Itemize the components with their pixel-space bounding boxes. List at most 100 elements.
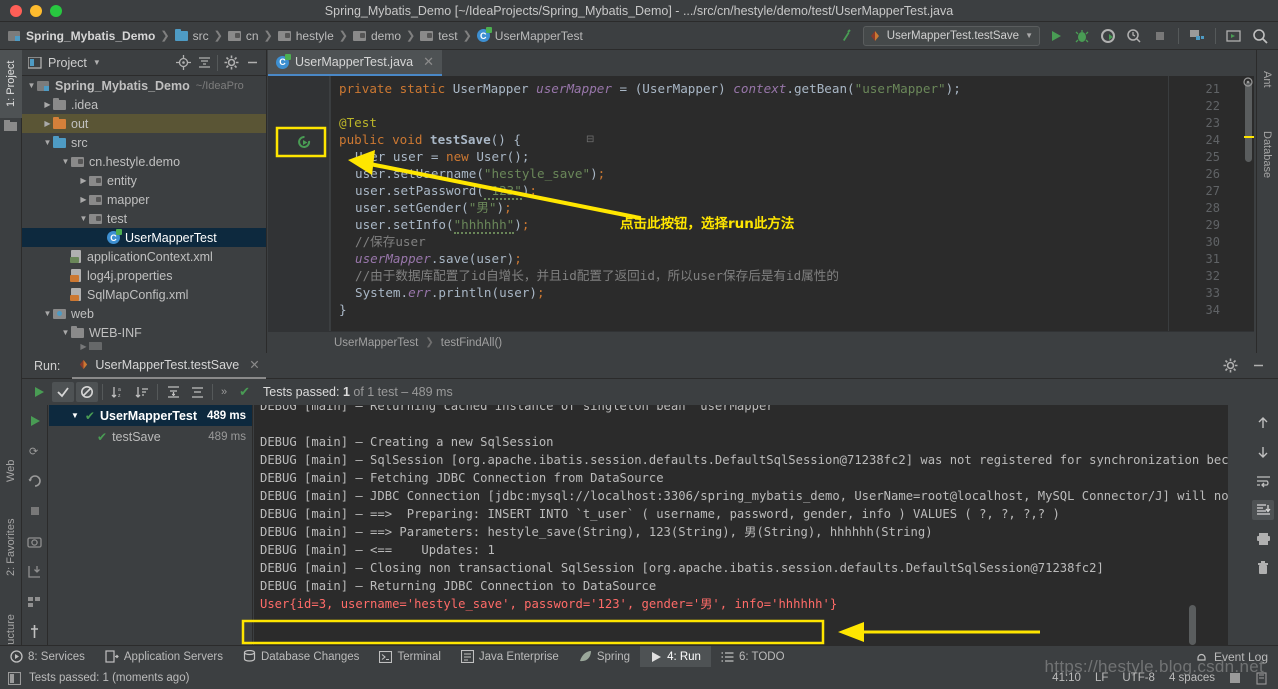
tree-row-web[interactable]: ▼ web: [22, 304, 266, 323]
chevron-down-icon[interactable]: ▼: [93, 58, 101, 67]
expand-arrow-icon[interactable]: ▼: [78, 214, 89, 223]
rerun-automatically-icon[interactable]: [24, 471, 46, 491]
pin-tab-icon[interactable]: [24, 621, 46, 641]
tree-row-project[interactable]: ▼ Spring_Mybatis_Demo ~/IdeaPro: [22, 76, 266, 95]
expand-arrow-icon[interactable]: ▼: [42, 309, 53, 318]
breadcrumb-item-src[interactable]: src: [174, 29, 209, 43]
console-output[interactable]: DEBUG [main] – Returning cached instance…: [254, 405, 1228, 646]
profile-icon[interactable]: [1124, 26, 1144, 46]
breadcrumb-item-class[interactable]: C UserMapperTest: [476, 27, 583, 43]
tree-row-sqlmapconfig-xml[interactable]: SqlMapConfig.xml: [22, 285, 266, 304]
expand-arrow-icon[interactable]: ▶: [78, 342, 89, 350]
search-everywhere-icon[interactable]: [1250, 26, 1270, 46]
toggle-toolwindows-icon[interactable]: [8, 671, 21, 685]
close-tab-icon[interactable]: ✕: [423, 54, 434, 70]
tree-row-test[interactable]: ▼ test: [22, 209, 266, 228]
breadcrumb-item-hestyle[interactable]: hestyle: [277, 29, 334, 43]
run-with-coverage-icon[interactable]: [1098, 26, 1118, 46]
expand-all-icon[interactable]: [162, 382, 184, 402]
select-opened-file-icon[interactable]: [1224, 26, 1244, 46]
test-row-method[interactable]: ✔ testSave 489 ms: [49, 426, 252, 447]
breadcrumb-item-cn[interactable]: cn: [227, 29, 259, 43]
tree-row-partial[interactable]: ▶: [22, 342, 266, 350]
sidebar-item-project[interactable]: 1: Project: [0, 50, 22, 118]
build-icon[interactable]: [837, 26, 857, 46]
tree-row-web-inf[interactable]: ▼ WEB-INF: [22, 323, 266, 342]
scroll-up-icon[interactable]: [1252, 413, 1274, 433]
gear-icon[interactable]: [1220, 356, 1240, 376]
expand-arrow-icon[interactable]: ▶: [78, 176, 89, 185]
scroll-to-end-icon[interactable]: [1252, 500, 1274, 520]
clear-all-icon[interactable]: [1252, 558, 1274, 578]
expand-arrow-icon[interactable]: ▼: [26, 81, 37, 90]
hide-ignored-tests-icon[interactable]: [76, 382, 98, 402]
bottom-item-database-changes[interactable]: Database Changes: [233, 646, 369, 668]
sort-alphabetically-icon[interactable]: az: [107, 382, 129, 402]
show-passed-tests-icon[interactable]: [52, 382, 74, 402]
bottom-item-application-servers[interactable]: Application Servers: [95, 646, 233, 668]
console-vertical-scrollbar[interactable]: [1189, 605, 1196, 645]
bottom-item-todo[interactable]: 6: TODO: [711, 646, 795, 668]
tree-row-cn-hestyle-demo[interactable]: ▼ cn.hestyle.demo: [22, 152, 266, 171]
scroll-down-icon[interactable]: [1252, 442, 1274, 462]
editor-gutter[interactable]: [268, 76, 330, 353]
expand-arrow-icon[interactable]: ▶: [42, 100, 53, 109]
run-tab-usermappertest-testsave[interactable]: UserMapperTest.testSave ✕: [72, 353, 266, 379]
debug-icon[interactable]: [1072, 26, 1092, 46]
sort-by-duration-icon[interactable]: [131, 382, 153, 402]
test-results-tree[interactable]: ▼ ✔ UserMapperTest 489 ms ✔ testSave 489…: [49, 405, 253, 646]
run-icon[interactable]: [24, 411, 46, 431]
expand-arrow-icon[interactable]: ▼: [71, 411, 79, 420]
print-icon[interactable]: [1252, 529, 1274, 549]
run-method-gutter-icon[interactable]: [298, 136, 311, 152]
project-tree[interactable]: ▼ Spring_Mybatis_Demo ~/IdeaPro ▶ .idea …: [22, 76, 266, 353]
expand-arrow-icon[interactable]: ▼: [60, 157, 71, 166]
tree-row-out[interactable]: ▶ out: [22, 114, 266, 133]
collapse-all-icon[interactable]: [194, 53, 214, 73]
tree-row-idea[interactable]: ▶ .idea: [22, 95, 266, 114]
sidebar-item-web[interactable]: Web: [0, 445, 22, 497]
tree-row-mapper[interactable]: ▶ mapper: [22, 190, 266, 209]
bottom-item-terminal[interactable]: Terminal: [369, 646, 450, 668]
bottom-item-spring[interactable]: Spring: [569, 646, 640, 668]
tree-row-log4j-properties[interactable]: log4j.properties: [22, 266, 266, 285]
tree-row-src[interactable]: ▼ src: [22, 133, 266, 152]
expand-arrow-icon[interactable]: ▶: [42, 119, 53, 128]
stop-icon[interactable]: [24, 501, 46, 521]
test-row-class[interactable]: ▼ ✔ UserMapperTest 489 ms: [49, 405, 252, 426]
tree-row-usermappertest[interactable]: C UserMapperTest: [22, 228, 266, 247]
soft-wrap-icon[interactable]: [1252, 471, 1274, 491]
hide-panel-icon[interactable]: [242, 53, 262, 73]
project-structure-icon[interactable]: [1187, 26, 1207, 46]
expand-arrow-icon[interactable]: ▼: [60, 328, 71, 337]
sidebar-item-favorites[interactable]: 2: Favorites: [0, 500, 22, 595]
editor-tab-usermappertest[interactable]: C UserMapperTest.java ✕: [268, 50, 443, 76]
bottom-item-run[interactable]: 4: Run: [640, 645, 711, 668]
breadcrumb-item-project[interactable]: Spring_Mybatis_Demo: [8, 29, 155, 43]
more-options-icon[interactable]: »: [217, 386, 231, 398]
hide-panel-icon[interactable]: [1248, 356, 1268, 376]
rerun-failed-icon[interactable]: ⟳: [24, 441, 46, 461]
collapse-all-icon[interactable]: [186, 382, 208, 402]
tree-row-entity[interactable]: ▶ entity: [22, 171, 266, 190]
inspection-status-icon[interactable]: [1243, 76, 1253, 87]
expand-arrow-icon[interactable]: ▼: [42, 138, 53, 147]
locate-icon[interactable]: [173, 53, 193, 73]
sidebar-item-ant[interactable]: Ant: [1256, 52, 1278, 106]
breadcrumb-item-demo[interactable]: demo: [352, 29, 401, 43]
close-tab-icon[interactable]: ✕: [249, 357, 259, 372]
run-configuration-selector[interactable]: UserMapperTest.testSave ▼: [862, 25, 1040, 46]
tree-row-applicationcontext-xml[interactable]: applicationContext.xml: [22, 247, 266, 266]
editor-breadcrumb-class[interactable]: UserMapperTest: [334, 337, 418, 349]
gear-icon[interactable]: [221, 53, 241, 73]
screenshot-icon[interactable]: [24, 531, 46, 551]
export-icon[interactable]: [24, 561, 46, 581]
bottom-item-services[interactable]: 8: Services: [0, 646, 95, 668]
editor-vertical-scrollbar[interactable]: [1245, 82, 1252, 162]
run-icon[interactable]: [1046, 26, 1066, 46]
editor-breadcrumb-method[interactable]: testFindAll(): [441, 337, 502, 349]
history-icon[interactable]: [24, 591, 46, 611]
stop-icon[interactable]: [1150, 26, 1170, 46]
rerun-tests-icon[interactable]: [28, 382, 50, 402]
sidebar-item-database[interactable]: Database: [1256, 110, 1278, 200]
